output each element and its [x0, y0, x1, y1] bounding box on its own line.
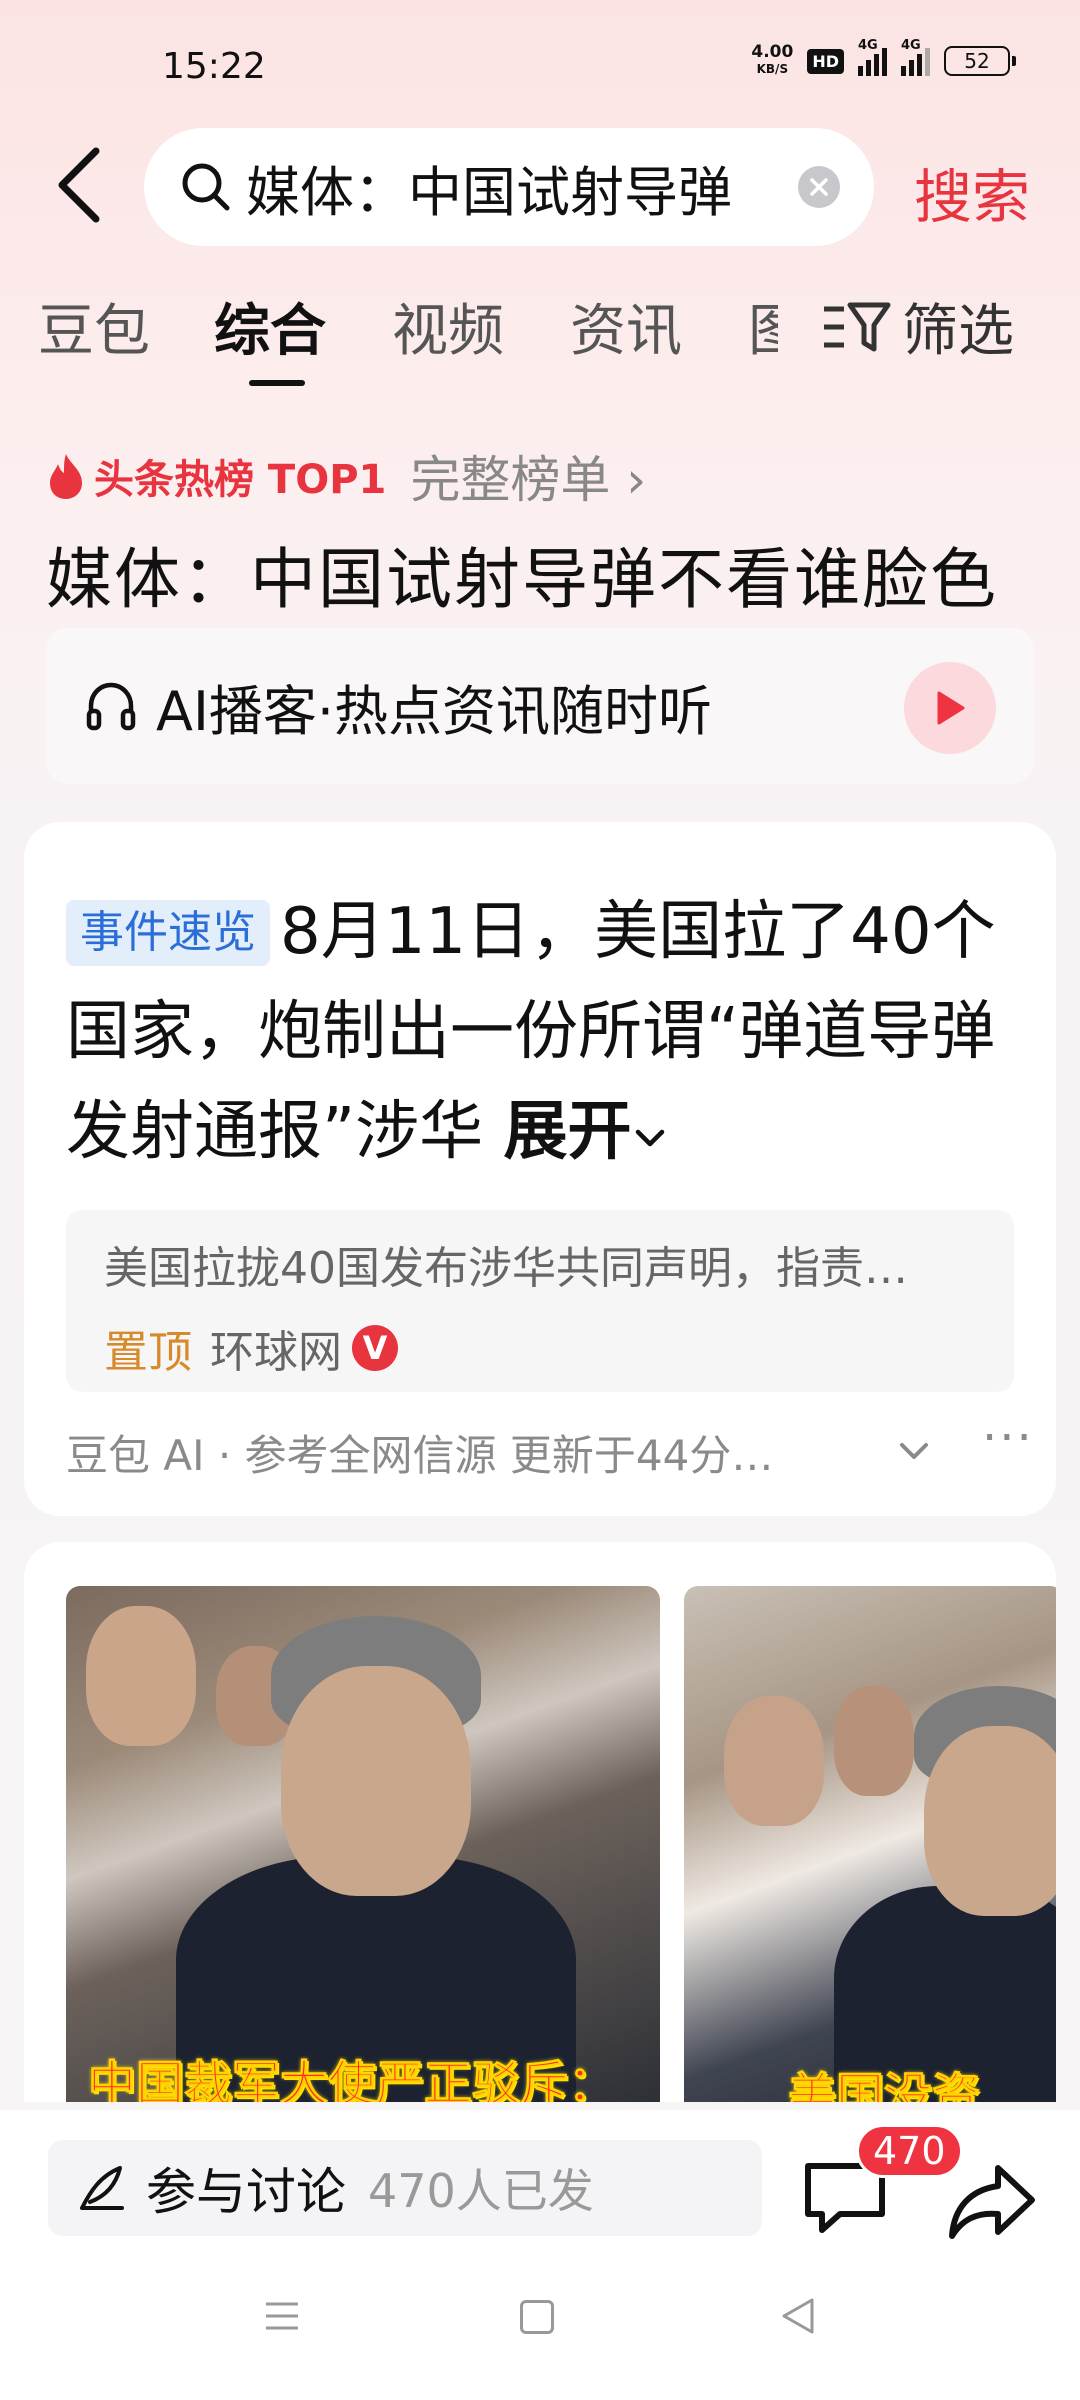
ai-source-footer: 豆包 AI · 参考全网信源 更新于44分…: [66, 1431, 774, 1480]
pinned-tag: 置顶: [104, 1327, 192, 1378]
back-triangle-icon[interactable]: [778, 2296, 818, 2336]
summary-text-block: 事件速览 8月11日，美国拉了40个国家，炮制出一份所谓“弹道导弹发射通报”涉华 …: [66, 882, 1026, 1182]
filter-label: 筛选: [902, 299, 1014, 364]
more-options-button[interactable]: ···: [982, 1410, 1034, 1466]
speaker-face: [924, 1726, 1056, 1916]
play-button[interactable]: [904, 662, 996, 754]
expand-label: 展开: [503, 1095, 632, 1169]
event-summary-card[interactable]: 事件速览 8月11日，美国拉了40个国家，炮制出一份所谓“弹道导弹发射通报”涉华 …: [24, 822, 1056, 1516]
status-bar: 15:22 4.00 KB/S HD 4G 4G 52: [0, 0, 1080, 130]
video-thumbnail-2[interactable]: 美国没资: [684, 1586, 1056, 2102]
signal-icon-2: 4G: [901, 38, 930, 76]
menu-icon[interactable]: [262, 2296, 302, 2336]
fire-icon: [50, 454, 82, 499]
video-caption: 中国裁军大使严正驳斥：: [87, 2056, 617, 2103]
active-tab-indicator: [249, 380, 305, 386]
podcast-label: AI播客·热点资讯随时听: [156, 679, 713, 743]
net-speed-unit: KB/S: [756, 62, 789, 76]
bg-person: [724, 1696, 824, 1826]
search-bar[interactable]: 媒体：中国试射导弹: [144, 128, 874, 246]
status-time: 15:22: [162, 46, 266, 87]
system-nav-bar: [0, 2250, 1080, 2400]
chevron-down-icon: [635, 1129, 664, 1147]
net-speed-value: 4.00: [751, 42, 794, 62]
clear-search-button[interactable]: [798, 166, 840, 208]
bg-person: [834, 1686, 914, 1796]
source-meta: 置顶 环球网 V: [104, 1316, 976, 1380]
battery-icon: 52: [944, 46, 1016, 76]
play-icon: [937, 691, 965, 725]
discuss-label: 参与讨论: [146, 2163, 346, 2221]
tab-video[interactable]: 视频: [392, 286, 504, 367]
pen-icon: [80, 2166, 124, 2210]
search-button[interactable]: 搜索: [914, 150, 1030, 234]
result-tabs: 豆包 综合 视频 资讯 图 筛选: [0, 286, 1080, 386]
hot-list-label: 头条热榜 TOP1: [94, 457, 387, 503]
media-card[interactable]: 中国裁军大使严正驳斥： 美国没资: [24, 1542, 1056, 2102]
source-title: 美国拉拢40国发布涉华共同声明，指责…: [104, 1243, 908, 1294]
video-caption-2: 美国没资: [787, 2068, 981, 2103]
bg-person: [86, 1606, 196, 1746]
chevron-down-icon[interactable]: [896, 1436, 932, 1466]
chevron-left-icon: [58, 147, 100, 223]
back-button[interactable]: [44, 140, 114, 230]
signal-label: 4G: [858, 38, 878, 53]
filter-icon: [824, 302, 891, 351]
verified-icon: V: [352, 1325, 398, 1371]
discuss-input[interactable]: 参与讨论 470人已发: [48, 2140, 762, 2236]
share-icon[interactable]: [946, 2162, 1038, 2242]
source-name: 环球网: [210, 1327, 342, 1378]
ai-podcast-bar[interactable]: AI播客·热点资讯随时听: [46, 628, 1034, 784]
signal-icon: 4G: [858, 38, 887, 76]
filter-button[interactable]: 筛选: [822, 286, 1014, 367]
bottom-action-bar: 参与讨论 470人已发 470: [0, 2110, 1080, 2250]
tab-doubao[interactable]: 豆包: [38, 286, 150, 367]
signal-label-2: 4G: [901, 38, 921, 53]
event-badge: 事件速览: [66, 900, 270, 966]
discuss-count: 470人已发: [368, 2164, 594, 2218]
home-icon[interactable]: [520, 2300, 554, 2334]
hot-headline[interactable]: 媒体：中国试射导弹不看谁脸色: [46, 526, 998, 622]
full-list-link[interactable]: 完整榜单 ›: [410, 440, 646, 512]
tab-all[interactable]: 综合: [214, 286, 326, 367]
close-icon: [810, 178, 828, 196]
expand-button[interactable]: 展开: [504, 1095, 668, 1169]
tab-image[interactable]: 图: [748, 286, 778, 367]
speaker-face: [281, 1666, 471, 1896]
search-input[interactable]: 媒体：中国试射导弹: [246, 148, 786, 227]
headphones-icon: [86, 682, 136, 731]
net-speed: 4.00 KB/S: [751, 44, 793, 78]
hot-list-row[interactable]: 头条热榜 TOP1 完整榜单 ›: [46, 440, 646, 512]
hd-icon: HD: [807, 48, 844, 74]
tab-news[interactable]: 资讯: [570, 286, 682, 367]
video-thumbnail[interactable]: 中国裁军大使严正驳斥：: [66, 1586, 660, 2102]
source-article[interactable]: 美国拉拢40国发布涉华共同声明，指责… 置顶 环球网 V: [66, 1210, 1014, 1392]
search-icon: [182, 163, 230, 211]
status-icons: 4.00 KB/S HD 4G 4G 52: [751, 38, 1016, 78]
